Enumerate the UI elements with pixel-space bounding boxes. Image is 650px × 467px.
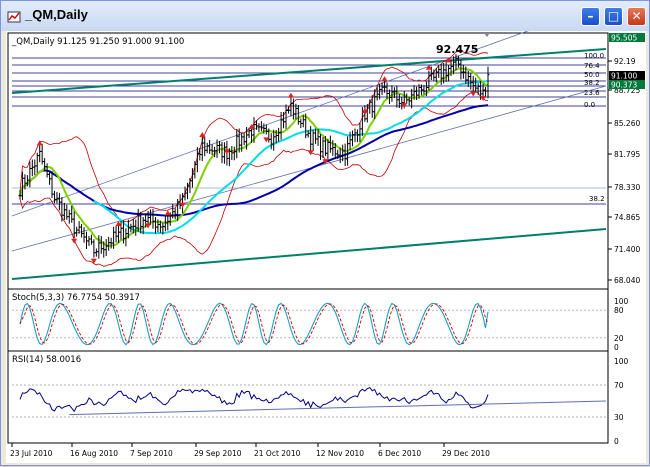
price-scale-label: 71.400 [614,245,640,254]
time-axis-label: 12 Nov 2010 [316,449,364,458]
time-axis-label: 21 Oct 2010 [254,449,301,458]
stoch-panel-header: Stoch(5,3,3) 76.7754 50.3917 [12,293,140,303]
time-axis-label: 6 Dec 2010 [378,449,421,458]
price-scale-label: 81.795 [614,150,640,159]
rsi-panel[interactable] [7,350,609,444]
rsi-scale-label: 0 [614,437,619,446]
chart-svg[interactable]: 100.076.450.038.223.60.038.292.1988.7258… [6,27,646,463]
price-scale-label: 68.040 [614,276,640,285]
top-price-tag-text: 95.505 [611,34,637,43]
minimize-button[interactable]: – [581,7,600,26]
time-axis-label: 23 Jul 2010 [10,449,53,458]
window-title: _QM,Daily [25,7,88,22]
fib-level-label: 0.0 [584,101,595,109]
maximize-button[interactable]: □ [604,7,623,26]
main-panel-header: _QM,Daily 91.125 91.250 91.000 91.100 [11,37,184,47]
green-price-tag-text: 90.373 [611,81,637,90]
fib-level-label: 38.2 [584,79,600,87]
fib-lower-label: 38.2 [589,195,605,203]
title-bar[interactable]: _QM,Daily – □ ✕ [1,1,649,31]
price-scale-label: 78.330 [614,183,640,192]
close-button[interactable]: ✕ [627,7,646,26]
price-scale-label: 74.865 [614,213,640,222]
rsi-scale-label: 30 [614,413,624,422]
time-axis-label: 16 Aug 2010 [70,449,118,458]
fib-level-label: 50.0 [584,71,600,79]
time-axis-label: 29 Sep 2010 [194,449,242,458]
stoch-scale-label: 0 [614,343,619,352]
fib-level-label: 76.4 [584,62,600,70]
chart-app-icon [7,11,21,23]
price-scale-label: 92.19 [614,57,636,66]
stoch-scale-label: 20 [614,334,624,343]
time-axis-label: 29 Dec 2010 [442,449,490,458]
stoch-scale-label: 80 [614,306,624,315]
chart-canvas[interactable]: 100.0 76.4 50.0 38.2 23.6 0.0 38.2 92.19 88.725 8… [6,27,646,463]
rsi-scale-label: 70 [614,381,624,390]
time-axis-label: 7 Sep 2010 [130,449,173,458]
stoch-scale-label: 100 [614,297,629,306]
peak-price-label: 92.475 [436,43,478,56]
fib-level-label: 100.0 [584,52,604,60]
current-price-tag-text: 91.100 [611,72,637,81]
chart-window: _QM,Daily – □ ✕ 100.0 76.4 50.0 38.2 23.6 0.0… [0,0,650,466]
rsi-scale-label: 100 [614,357,629,366]
rsi-panel-header: RSI(14) 58.0016 [12,355,81,365]
price-scale-label: 85.260 [614,119,640,128]
